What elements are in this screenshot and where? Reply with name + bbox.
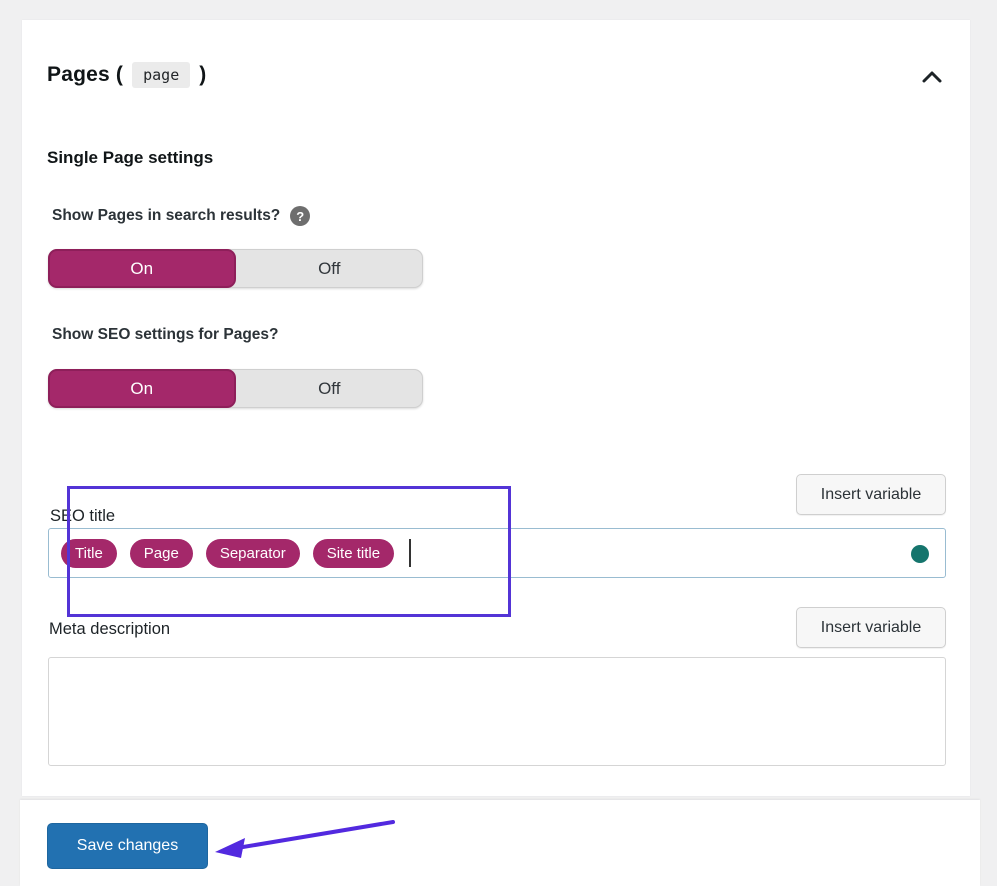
toggle-off-segment[interactable]: Off [236,369,424,408]
chevron-up-icon [921,70,943,87]
footer-bar: Save changes [20,800,980,886]
variable-pill-separator[interactable]: Separator [206,539,300,568]
meta-description-textarea[interactable] [48,657,946,766]
toggle-off-segment[interactable]: Off [236,249,424,288]
search-results-label-row: Show Pages in search results? ? [52,206,310,226]
insert-variable-button-seo-title[interactable]: Insert variable [796,474,946,515]
panel-header: Pages ( page ) [47,62,206,88]
section-heading: Single Page settings [47,148,213,168]
seo-settings-toggle[interactable]: On Off [48,369,423,408]
save-changes-button[interactable]: Save changes [47,823,208,869]
variable-pill-site-title[interactable]: Site title [313,539,394,568]
seo-title-label: SEO title [50,507,115,526]
toggle-on-segment[interactable]: On [48,369,236,408]
search-results-toggle[interactable]: On Off [48,249,423,288]
variable-pill-title[interactable]: Title [61,539,117,568]
search-results-label: Show Pages in search results? [52,207,280,225]
panel-title: Pages ( [47,63,123,87]
pages-settings-panel: Pages ( page ) Single Page settings Show… [22,20,970,796]
variable-pill-page[interactable]: Page [130,539,193,568]
seo-settings-label-row: Show SEO settings for Pages? [52,326,279,344]
insert-variable-button-meta-description[interactable]: Insert variable [796,607,946,648]
collapse-panel-button[interactable] [916,64,948,92]
toggle-on-segment[interactable]: On [48,249,236,288]
panel-title-close-paren: ) [199,63,206,87]
length-progress-dot [911,545,929,563]
seo-title-input[interactable]: Title Page Separator Site title [48,528,946,578]
post-type-slug-badge: page [132,62,190,88]
meta-description-label: Meta description [49,620,170,639]
seo-settings-label: Show SEO settings for Pages? [52,326,279,344]
text-cursor [409,539,411,567]
help-icon[interactable]: ? [290,206,310,226]
